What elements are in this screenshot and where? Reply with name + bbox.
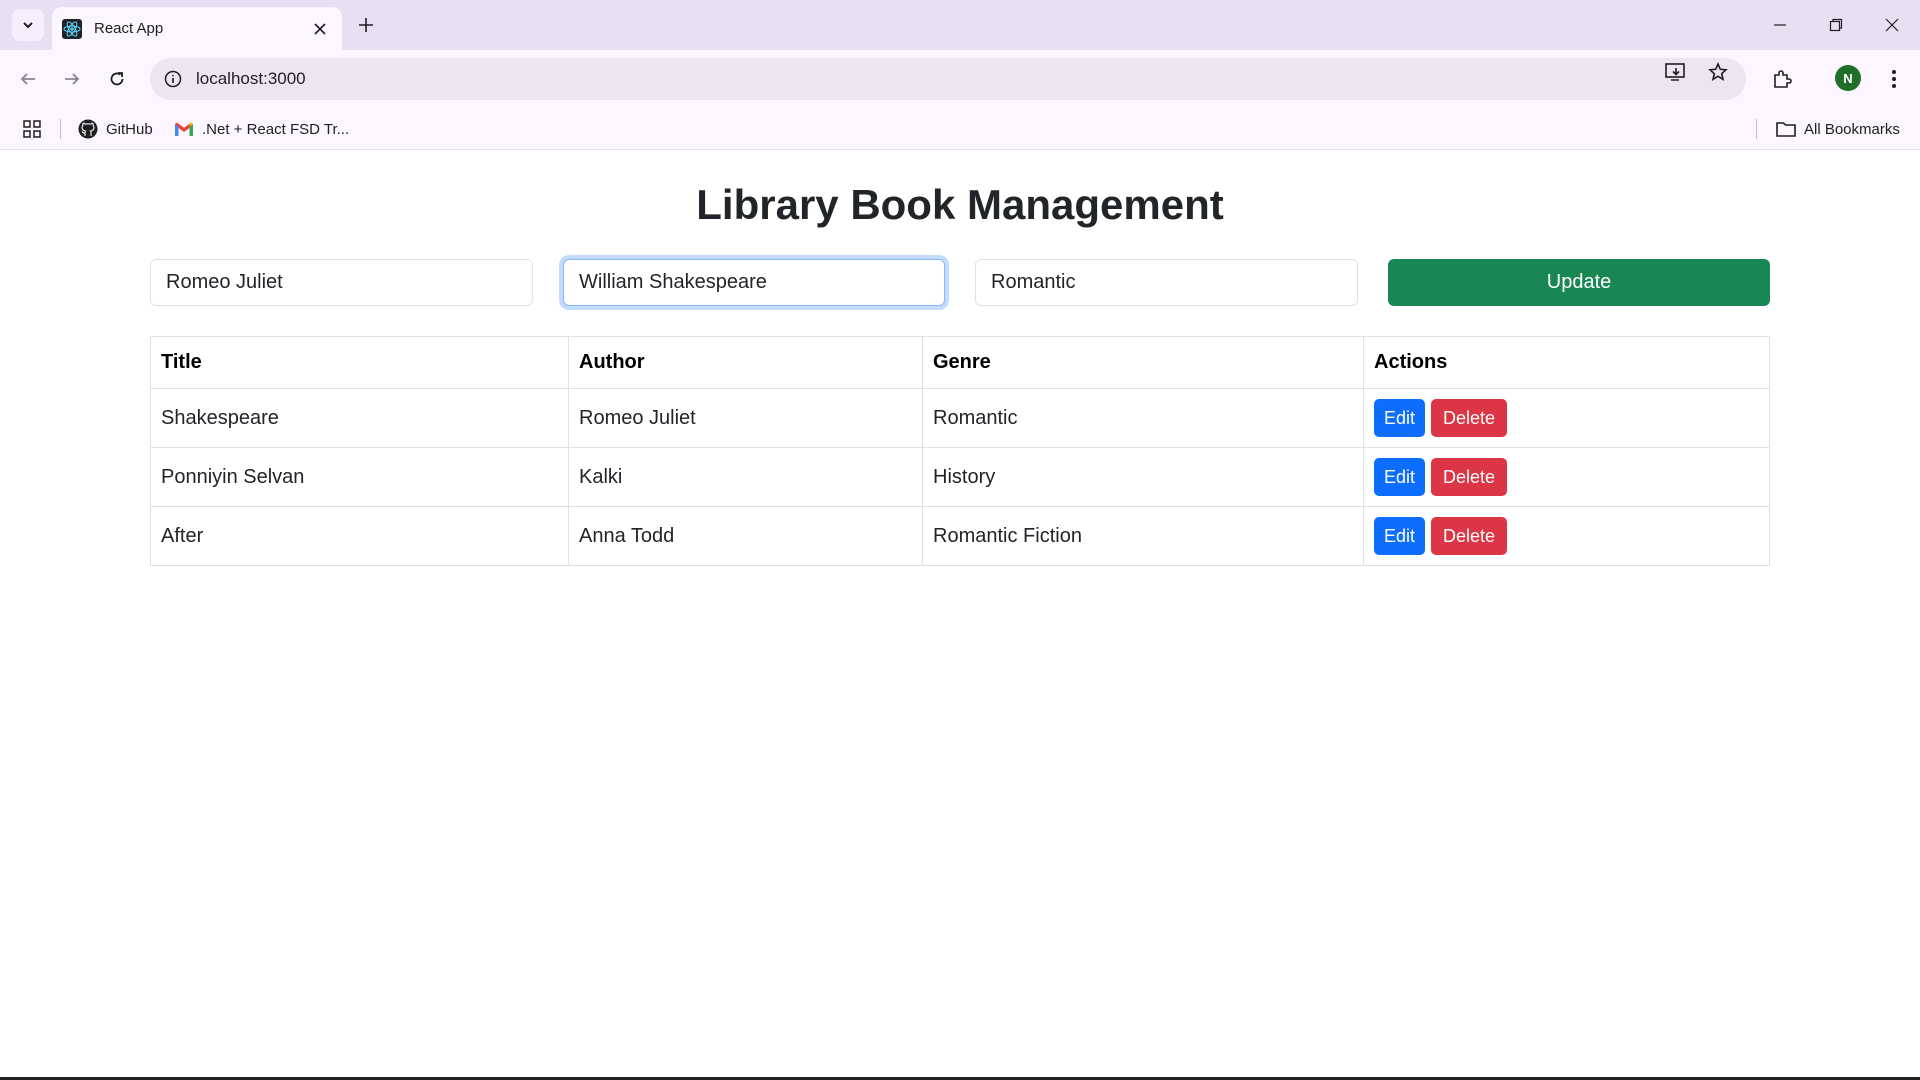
edit-button[interactable]: Edit bbox=[1374, 458, 1426, 496]
restore-icon[interactable] bbox=[1808, 0, 1864, 50]
cell-genre: Romantic bbox=[922, 388, 1364, 448]
bookmarks-divider bbox=[1756, 119, 1757, 139]
tab-search-button[interactable] bbox=[12, 9, 44, 41]
back-icon[interactable] bbox=[14, 65, 42, 93]
address-bar[interactable]: localhost:3000 bbox=[150, 58, 1746, 100]
bookmark-net-react[interactable]: .Net + React FSD Tr... bbox=[174, 117, 349, 141]
bookmarks-bar: GitHub .Net + React FSD Tr... All Bookma… bbox=[0, 108, 1920, 150]
browser-tab[interactable]: React App bbox=[52, 7, 342, 50]
header-title: Title bbox=[150, 336, 569, 389]
cell-title: After bbox=[150, 506, 569, 566]
install-app-icon[interactable] bbox=[1665, 61, 1687, 83]
author-input[interactable] bbox=[563, 259, 945, 306]
chevron-down-icon bbox=[23, 22, 33, 29]
tab-title: React App bbox=[94, 20, 164, 37]
browser-toolbar: localhost:3000 N bbox=[0, 50, 1920, 108]
bookmarks-divider bbox=[60, 119, 61, 139]
delete-button[interactable]: Delete bbox=[1431, 399, 1508, 437]
close-tab-icon[interactable] bbox=[310, 19, 330, 39]
bookmark-star-icon[interactable] bbox=[1707, 61, 1729, 83]
folder-icon bbox=[1776, 119, 1796, 139]
page-content: Library Book Management Update Title Aut… bbox=[0, 151, 1920, 1080]
cell-actions: Edit Delete bbox=[1363, 447, 1770, 507]
new-tab-icon[interactable] bbox=[354, 13, 378, 37]
bookmark-label: GitHub bbox=[106, 120, 153, 138]
delete-button[interactable]: Delete bbox=[1431, 517, 1508, 555]
edit-button[interactable]: Edit bbox=[1374, 399, 1426, 437]
url-text: localhost:3000 bbox=[196, 69, 306, 88]
apps-grid-icon[interactable] bbox=[22, 119, 42, 139]
cell-title: Ponniyin Selvan bbox=[150, 447, 569, 507]
header-genre: Genre bbox=[922, 336, 1364, 389]
delete-button[interactable]: Delete bbox=[1431, 458, 1508, 496]
cell-author: Romeo Juliet bbox=[568, 388, 923, 448]
forward-icon[interactable] bbox=[58, 65, 86, 93]
cell-author: Anna Todd bbox=[568, 506, 923, 566]
reload-icon[interactable] bbox=[103, 65, 131, 93]
cell-author: Kalki bbox=[568, 447, 923, 507]
menu-kebab-icon[interactable] bbox=[1880, 65, 1908, 93]
all-bookmarks-button[interactable]: All Bookmarks bbox=[1776, 117, 1900, 141]
cell-genre: Romantic Fiction bbox=[922, 506, 1364, 566]
table-row: After Anna Todd Romantic Fiction Edit Del… bbox=[150, 506, 1770, 566]
title-input[interactable] bbox=[150, 259, 533, 306]
table-header-row: Title Author Genre Actions bbox=[150, 336, 1770, 389]
gmail-icon bbox=[174, 119, 194, 139]
site-info-icon[interactable] bbox=[164, 70, 182, 88]
bookmark-github[interactable]: GitHub bbox=[78, 117, 153, 141]
cell-genre: History bbox=[922, 447, 1364, 507]
page-title: Library Book Management bbox=[696, 181, 1224, 228]
header-actions: Actions bbox=[1363, 336, 1770, 389]
minimize-icon[interactable] bbox=[1752, 0, 1808, 50]
genre-input[interactable] bbox=[975, 259, 1358, 306]
cell-actions: Edit Delete bbox=[1363, 506, 1770, 566]
cell-title: Shakespeare bbox=[150, 388, 569, 448]
all-bookmarks-label: All Bookmarks bbox=[1804, 120, 1900, 138]
table-row: Ponniyin Selvan Kalki History Edit Delete bbox=[150, 447, 1770, 507]
update-button[interactable]: Update bbox=[1388, 259, 1770, 306]
header-author: Author bbox=[568, 336, 923, 389]
profile-avatar[interactable]: N bbox=[1835, 65, 1861, 91]
close-window-icon[interactable] bbox=[1864, 0, 1920, 50]
books-table: Title Author Genre Actions Shakespeare R… bbox=[150, 336, 1770, 566]
react-icon bbox=[62, 18, 82, 39]
edit-button[interactable]: Edit bbox=[1374, 517, 1426, 555]
tab-bar: React App bbox=[0, 0, 1920, 50]
github-icon bbox=[78, 119, 98, 139]
extensions-icon[interactable] bbox=[1768, 65, 1796, 93]
window-controls bbox=[1752, 0, 1920, 50]
bookmark-label: .Net + React FSD Tr... bbox=[202, 120, 350, 138]
table-row: Shakespeare Romeo Juliet Romantic Edit De… bbox=[150, 388, 1770, 448]
cell-actions: Edit Delete bbox=[1363, 388, 1770, 448]
